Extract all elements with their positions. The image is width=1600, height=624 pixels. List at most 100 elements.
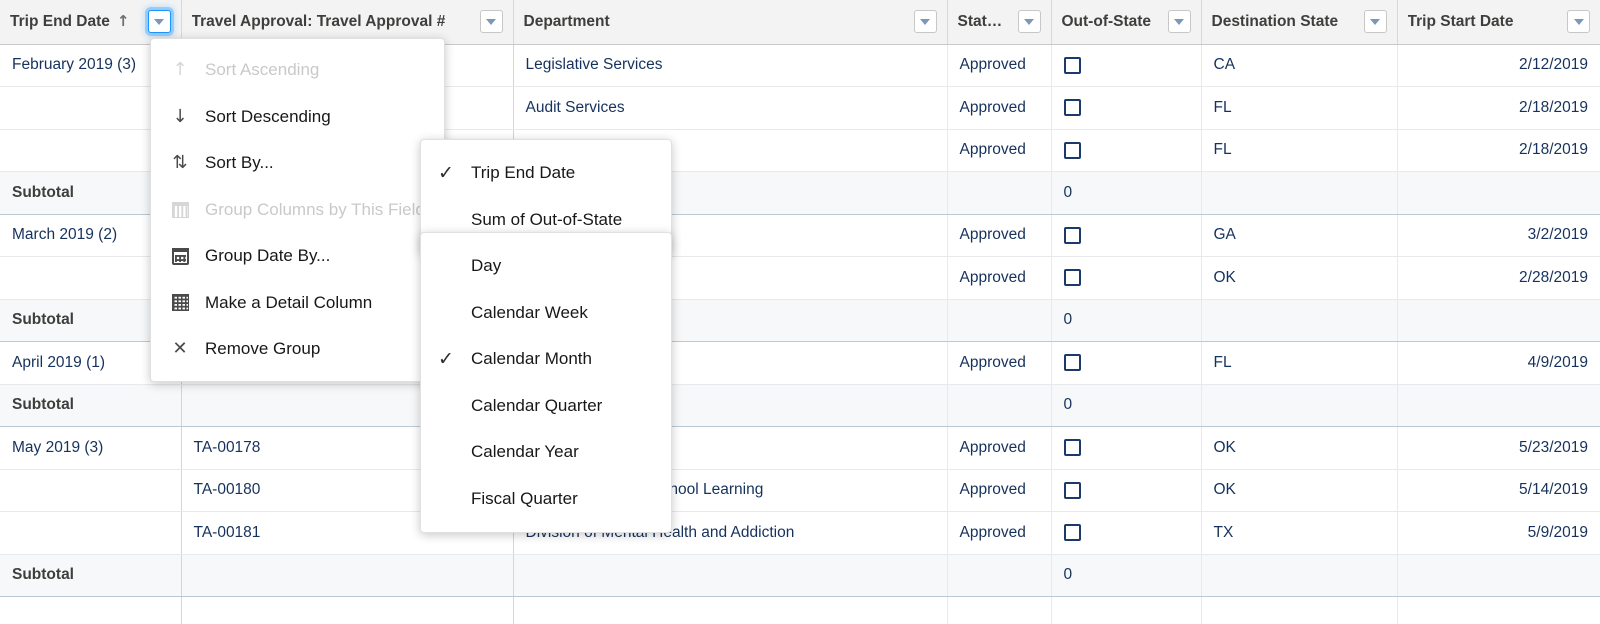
column-menu-button[interactable] <box>1017 10 1041 34</box>
column-header-department[interactable]: Department <box>513 0 948 45</box>
checkbox-icon[interactable] <box>1063 481 1081 499</box>
menu-item-calendar-year[interactable]: Calendar Year <box>421 429 671 476</box>
checkbox-icon[interactable] <box>1063 524 1081 542</box>
menu-item-calendar-quarter[interactable]: Calendar Quarter <box>421 383 671 430</box>
trip-start-date-cell: 4/9/2019 <box>1397 341 1600 385</box>
destination-state-cell <box>1201 384 1398 427</box>
out-of-state-subtotal-value: 0 <box>1063 396 1073 414</box>
column-header-menu[interactable]: ↑ Sort Ascending ↓ Sort Descending ⇅ Sort By.… <box>150 38 445 382</box>
checkbox-icon[interactable] <box>1063 141 1081 159</box>
group-date-by-submenu[interactable]: Day Calendar Week ✓ Calendar Month Calendar … <box>420 232 672 533</box>
close-x-icon: ✕ <box>172 338 188 360</box>
trip-start-date-cell <box>1397 171 1600 215</box>
out-of-state-cell <box>1051 511 1202 555</box>
menu-item-label: Group Date By... <box>205 246 331 266</box>
subtotal-row: Subtotal 0 <box>0 554 1600 597</box>
column-header-destination-state[interactable]: Destination State <box>1201 0 1398 45</box>
status-cell: Approved <box>947 129 1052 172</box>
check-placeholder <box>435 209 457 231</box>
checkbox-icon[interactable] <box>1063 439 1081 457</box>
destination-state-cell <box>1201 171 1398 215</box>
trip-start-date-cell <box>1397 384 1600 427</box>
trip-start-date-cell <box>1397 596 1600 624</box>
out-of-state-cell: 0 <box>1051 384 1202 427</box>
menu-item-label: Day <box>471 256 502 276</box>
destination-state-cell: TX <box>1201 511 1398 555</box>
subtotal-label: Subtotal <box>0 554 182 597</box>
out-of-state-cell: 0 <box>1051 554 1202 597</box>
checkbox-icon[interactable] <box>1063 269 1081 287</box>
chevron-down-icon <box>154 18 164 25</box>
detail-grid-icon <box>169 292 191 314</box>
status-cell <box>947 384 1052 427</box>
menu-item-fiscal-quarter[interactable]: Fiscal Quarter <box>421 476 671 523</box>
checkbox-icon[interactable] <box>1063 226 1081 244</box>
columns-icon <box>169 199 191 221</box>
destination-state-cell: GA <box>1201 214 1398 257</box>
checkbox-icon[interactable] <box>1063 354 1081 372</box>
column-menu-button[interactable] <box>479 10 503 34</box>
menu-item-calendar-month[interactable]: ✓ Calendar Month <box>421 336 671 383</box>
column-header-trip-start-date[interactable]: Trip Start Date <box>1397 0 1600 45</box>
subtotal-label: Subtotal <box>0 384 182 427</box>
menu-item-label: Remove Group <box>205 339 321 359</box>
column-menu-button[interactable] <box>147 10 171 34</box>
destination-state-cell: FL <box>1201 129 1398 172</box>
out-of-state-cell <box>1051 426 1202 470</box>
table-row: TA-00181Division of Mental Health and Ad… <box>0 511 1600 555</box>
out-of-state-cell: 0 <box>1051 171 1202 215</box>
status-cell: Approved <box>947 341 1052 385</box>
column-header-label: Status <box>957 12 1004 30</box>
destination-state-cell: CA <box>1201 44 1398 87</box>
out-of-state-cell <box>1051 129 1202 172</box>
menu-item-remove-group[interactable]: ✕ Remove Group <box>151 326 444 373</box>
department-cell[interactable]: Audit Services <box>513 86 948 130</box>
out-of-state-cell: 0 <box>1051 299 1202 342</box>
status-cell: Approved <box>947 256 1052 300</box>
status-cell: Approved <box>947 214 1052 257</box>
column-header-label: Trip Start Date <box>1407 12 1514 30</box>
status-cell: Approved <box>947 44 1052 87</box>
menu-item-day[interactable]: Day <box>421 243 671 290</box>
out-of-state-cell <box>1051 469 1202 512</box>
department-cell[interactable]: Legislative Services <box>513 44 948 87</box>
menu-item-sort-descending[interactable]: ↓ Sort Descending <box>151 94 444 141</box>
column-menu-button[interactable] <box>1363 10 1387 34</box>
sort-ascending-icon: ↑ <box>116 12 130 31</box>
group-label <box>0 469 182 512</box>
column-header-out-of-state[interactable]: Out-of-State <box>1051 0 1202 45</box>
destination-state-cell: FL <box>1201 86 1398 130</box>
menu-item-sort-by[interactable]: ⇅ Sort By... <box>151 140 444 187</box>
destination-state-cell <box>1201 596 1398 624</box>
menu-item-label: Sort Ascending <box>205 60 320 80</box>
department-cell[interactable] <box>513 554 948 597</box>
menu-item-label: Sort Descending <box>205 106 331 126</box>
trip-start-date-cell <box>1397 299 1600 342</box>
column-menu-button[interactable] <box>1567 10 1590 34</box>
trip-start-date-cell: 5/9/2019 <box>1397 511 1600 555</box>
menu-item-calendar-week[interactable]: Calendar Week <box>421 290 671 337</box>
column-header-label: Out-of-State <box>1061 12 1152 30</box>
column-header-label: Department <box>523 12 610 30</box>
checkbox-icon[interactable] <box>1063 99 1081 117</box>
menu-item-make-a-detail-column[interactable]: Make a Detail Column <box>151 280 444 327</box>
travel-approval-number[interactable] <box>181 596 514 624</box>
menu-item-label: Group Columns by This Field <box>205 199 425 219</box>
travel-approval-number[interactable] <box>181 554 514 597</box>
report-grid-page: Trip End Date ↑ Travel Approval: Travel Ap… <box>0 0 1600 624</box>
menu-item-trip-end-date[interactable]: ✓ Trip End Date <box>421 150 671 197</box>
checkbox-icon[interactable] <box>1063 56 1081 74</box>
column-menu-button[interactable] <box>1167 10 1191 34</box>
arrow-up-icon: ↑ <box>172 59 188 81</box>
check-icon: ✓ <box>438 347 454 370</box>
menu-item-label: Calendar Quarter <box>471 395 603 415</box>
menu-item-group-date-by[interactable]: Group Date By... <box>151 233 444 280</box>
column-menu-button[interactable] <box>913 10 937 34</box>
trip-start-date-cell: 2/12/2019 <box>1397 44 1600 87</box>
out-of-state-cell <box>1051 44 1202 87</box>
status-cell <box>947 596 1052 624</box>
group-label: May 2019 (3) <box>0 426 182 470</box>
column-header-status[interactable]: Status <box>947 0 1052 45</box>
department-cell[interactable] <box>513 596 948 624</box>
status-cell: Approved <box>947 469 1052 512</box>
